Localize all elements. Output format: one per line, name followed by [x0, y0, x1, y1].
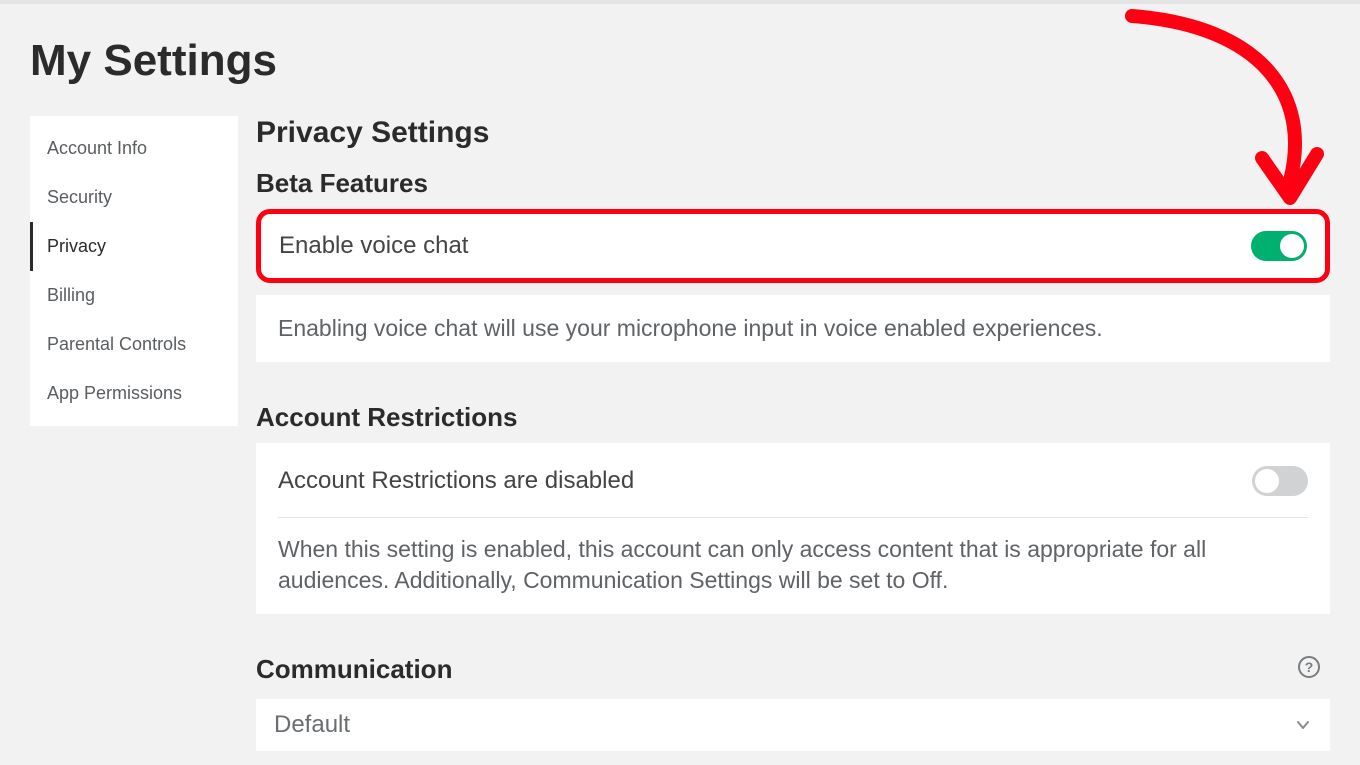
voice-chat-help-text: Enabling voice chat will use your microp…: [278, 313, 1308, 344]
voice-chat-help-card: Enabling voice chat will use your microp…: [256, 295, 1330, 362]
sidebar-item-billing[interactable]: Billing: [30, 271, 238, 320]
account-restrictions-label: Account Restrictions are disabled: [278, 467, 634, 495]
toggle-knob: [1280, 234, 1304, 258]
sidebar-item-privacy[interactable]: Privacy: [30, 222, 238, 271]
communication-select[interactable]: Default: [256, 699, 1330, 751]
account-restrictions-row: Account Restrictions are disabled: [278, 461, 1308, 501]
communication-selected-value: Default: [274, 711, 350, 739]
sidebar-item-security[interactable]: Security: [30, 173, 238, 222]
settings-sidebar: Account Info Security Privacy Billing Pa…: [30, 116, 238, 426]
account-restrictions-card: Account Restrictions are disabled When t…: [256, 443, 1330, 614]
sidebar-item-account-info[interactable]: Account Info: [30, 124, 238, 173]
voice-chat-label: Enable voice chat: [279, 232, 468, 260]
settings-main: Privacy Settings Beta Features Enable vo…: [256, 116, 1330, 751]
voice-chat-row: Enable voice chat: [279, 226, 1307, 266]
privacy-settings-heading: Privacy Settings: [256, 116, 1330, 150]
voice-chat-highlight: Enable voice chat: [256, 209, 1330, 283]
account-restrictions-heading: Account Restrictions: [256, 402, 1330, 433]
help-icon[interactable]: ?: [1298, 656, 1320, 678]
voice-chat-toggle[interactable]: [1251, 231, 1307, 261]
communication-heading: Communication: [256, 654, 1330, 685]
account-restrictions-toggle[interactable]: [1252, 466, 1308, 496]
page-title: My Settings: [30, 36, 1330, 86]
settings-layout: Account Info Security Privacy Billing Pa…: [30, 116, 1330, 751]
communication-section: Communication ? Default: [256, 654, 1330, 751]
settings-page: My Settings Account Info Security Privac…: [0, 4, 1360, 751]
divider: [278, 517, 1308, 518]
chevron-down-icon: [1294, 716, 1312, 734]
toggle-knob: [1255, 469, 1279, 493]
sidebar-item-app-permissions[interactable]: App Permissions: [30, 369, 238, 418]
sidebar-item-parental-controls[interactable]: Parental Controls: [30, 320, 238, 369]
account-restrictions-help-text: When this setting is enabled, this accou…: [278, 534, 1308, 596]
beta-features-heading: Beta Features: [256, 168, 1330, 199]
